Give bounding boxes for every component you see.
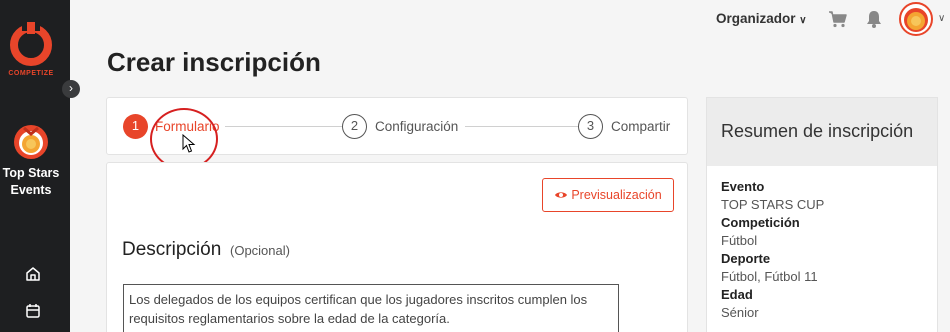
calendar-icon[interactable] — [24, 302, 42, 320]
preview-button-label: Previsualización — [571, 188, 662, 202]
step-connector — [225, 126, 345, 127]
page-title: Crear inscripción — [107, 47, 321, 77]
summary-event-label: Evento — [721, 179, 765, 194]
summary-sport-value: Fútbol, Fútbol 11 — [721, 269, 818, 284]
summary-age-label: Edad — [721, 287, 753, 302]
competize-logo[interactable] — [8, 22, 54, 68]
summary-age-value: Sénior — [721, 305, 759, 320]
step-3-label[interactable]: Compartir — [609, 119, 673, 134]
description-textarea[interactable]: Los delegados de los equipos certifican … — [123, 284, 619, 332]
summary-event-value: TOP STARS CUP — [721, 197, 825, 212]
sidebar: COMPETIZE Top Stars Events — [0, 0, 70, 332]
org-avatar[interactable] — [13, 124, 49, 160]
summary-competition-label: Competición — [721, 215, 800, 230]
summary-body: Evento TOP STARS CUP Competición Fútbol … — [707, 166, 937, 332]
cart-icon[interactable] — [828, 9, 848, 29]
step-2-label[interactable]: Configuración — [373, 119, 461, 134]
role-label: Organizador — [716, 11, 796, 26]
user-menu-chevron-icon[interactable]: ∨ — [938, 13, 945, 24]
summary-competition-value: Fútbol — [721, 233, 758, 248]
description-title: Descripción — [122, 239, 222, 260]
chevron-right-icon: › — [69, 81, 73, 95]
preview-button[interactable]: Previsualización — [542, 178, 674, 212]
bell-icon[interactable] — [864, 9, 884, 29]
step-connector — [465, 126, 580, 127]
description-optional-label: (Opcional) — [230, 243, 290, 258]
brand-name: COMPETIZE — [8, 70, 54, 77]
summary-title: Resumen de inscripción — [707, 98, 937, 166]
chevron-down-icon: ∨ — [799, 15, 807, 26]
home-icon[interactable] — [24, 265, 42, 283]
step-3-number[interactable]: 3 — [578, 114, 603, 139]
summary-sport-label: Deporte — [721, 251, 771, 266]
role-dropdown[interactable]: Organizador ∨ — [716, 11, 807, 26]
step-1-number[interactable]: 1 — [123, 114, 148, 139]
org-name[interactable]: Top Stars Events — [0, 165, 62, 199]
step-2-number[interactable]: 2 — [342, 114, 367, 139]
user-avatar[interactable] — [899, 2, 933, 36]
registration-summary: Resumen de inscripción Evento TOP STARS … — [706, 97, 938, 332]
form-card: Previsualización Descripción (Opcional) … — [106, 162, 688, 332]
eye-icon — [555, 192, 568, 198]
mouse-cursor-icon — [182, 134, 196, 153]
sidebar-toggle-button[interactable]: › — [62, 80, 80, 98]
